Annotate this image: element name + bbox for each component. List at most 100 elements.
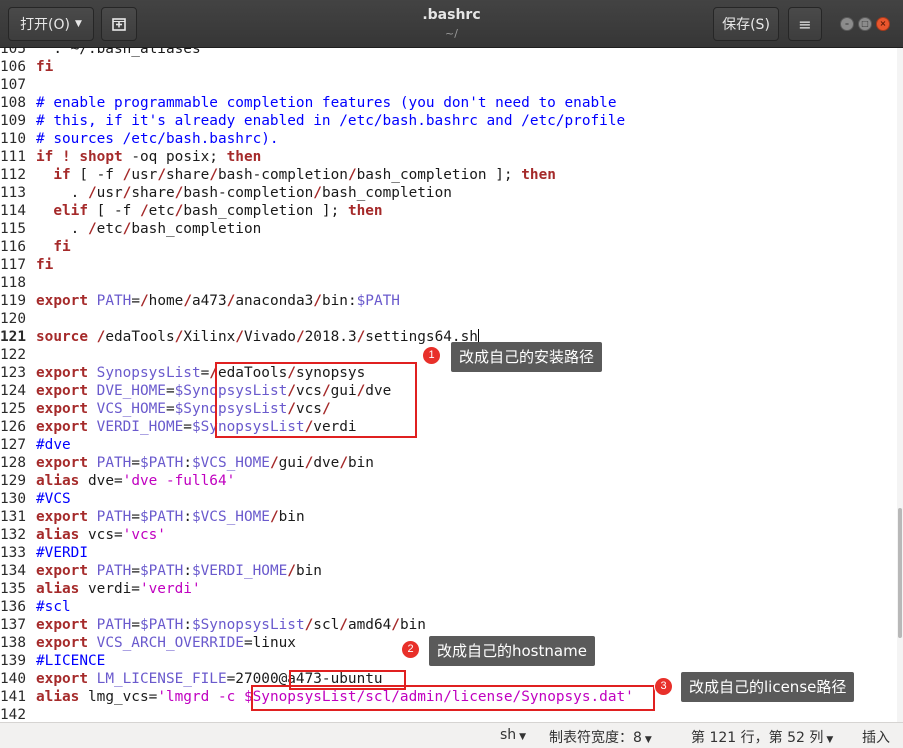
code-text: fi [36, 239, 70, 255]
code-token: = [165, 383, 175, 399]
code-line[interactable]: 142 [0, 706, 36, 722]
code-line[interactable]: 134 export PATH=$PATH:$VERDI_HOME/bin [0, 562, 322, 580]
line-number: 134 [0, 563, 26, 579]
line-number: 113 [0, 185, 26, 201]
code-line[interactable]: 107 [0, 76, 36, 94]
code-line[interactable]: 136 #scl [0, 598, 71, 616]
hamburger-menu-icon[interactable]: ≡ [788, 7, 822, 41]
code-token: export [36, 383, 88, 399]
cursor-position-selector[interactable]: 第 121 行，第 52 列 ▼ [691, 727, 833, 747]
code-token: / [174, 203, 184, 219]
minimize-icon[interactable]: – [840, 17, 854, 31]
code-line[interactable]: 129 alias dve='dve -full64' [0, 472, 235, 490]
maximize-icon[interactable]: □ [858, 17, 872, 31]
code-line[interactable]: 133 #VERDI [0, 544, 88, 562]
line-number: 138 [0, 635, 26, 651]
code-token: if [53, 167, 71, 183]
code-line[interactable]: 127 #dve [0, 436, 71, 454]
code-token: PATH [96, 563, 132, 579]
tab-width-selector[interactable]: 制表符宽度：8 ▼ [549, 727, 652, 747]
open-button[interactable]: 打开(O) ▼ [8, 7, 94, 41]
code-token: / [183, 293, 192, 309]
code-token: : [183, 455, 192, 471]
chevron-down-icon: ▼ [75, 19, 82, 29]
code-line[interactable]: 120 [0, 310, 36, 328]
code-line[interactable]: 116 fi [0, 238, 71, 256]
code-text: alias vcs='vcs' [36, 527, 166, 543]
code-line[interactable]: 130 #VCS [0, 490, 71, 508]
code-token: Vivado [243, 329, 296, 345]
code-token: . [36, 221, 88, 237]
code-token: bash-completion [217, 167, 348, 183]
code-token: bash-completion [183, 185, 314, 201]
code-token: / [87, 221, 97, 237]
window-title: .bashrc [422, 7, 481, 23]
code-token: =linux [243, 635, 296, 651]
code-line[interactable]: 114 elif [ -f /etc/bash_completion ]; th… [0, 202, 383, 220]
code-text: export VCS_ARCH_OVERRIDE=linux [36, 635, 296, 651]
code-token: VERDI_HOME [96, 419, 184, 435]
code-line[interactable]: 106 fi [0, 58, 53, 76]
language-label: sh [500, 727, 517, 743]
line-number: 133 [0, 545, 26, 561]
code-line[interactable]: 109 # this, if it's already enabled in /e… [0, 112, 625, 130]
line-number: 122 [0, 347, 26, 363]
text-editor-area[interactable]: 105 . ~/.bash_aliases 106 fi 107 108 # enable… [0, 48, 897, 722]
code-line[interactable]: 111 if ! shopt -oq posix; then [0, 148, 261, 166]
insert-mode-indicator: 插入 [862, 730, 890, 746]
code-token: etc [148, 203, 175, 219]
line-number: 141 [0, 689, 26, 705]
code-token: PATH [96, 509, 132, 525]
code-line[interactable]: 132 alias vcs='vcs' [0, 526, 166, 544]
code-line[interactable]: 105 . ~/.bash_aliases [0, 48, 201, 58]
annotation-badge-2: 2 [401, 640, 420, 659]
language-selector[interactable]: sh ▼ [500, 727, 526, 743]
code-line[interactable]: 113 . /usr/share/bash-completion/bash_co… [0, 184, 452, 202]
open-button-label: 打开(O) [20, 17, 71, 33]
code-line[interactable]: 128 export PATH=$PATH:$VCS_HOME/gui/dve/b… [0, 454, 374, 472]
code-token: export [36, 563, 88, 579]
code-line[interactable]: 131 export PATH=$PATH:$VCS_HOME/bin [0, 508, 305, 526]
code-token: = [131, 617, 140, 633]
code-token: 'dve -full64' [122, 473, 236, 489]
code-line[interactable]: 110 # sources /etc/bash.bashrc). [0, 130, 279, 148]
code-line[interactable]: 108 # enable programmable completion feat… [0, 94, 616, 112]
code-token: / [391, 617, 400, 633]
code-line[interactable]: 115 . /etc/bash_completion [0, 220, 261, 238]
code-line[interactable]: 117 fi [0, 256, 53, 274]
new-document-button[interactable] [101, 7, 137, 41]
code-token: $PATH [139, 455, 184, 471]
line-number: 115 [0, 221, 26, 237]
code-token: / [304, 617, 314, 633]
code-token: export [36, 509, 88, 525]
code-line[interactable]: 122 [0, 346, 36, 364]
scrollbar-thumb[interactable] [898, 508, 902, 638]
code-line[interactable]: 137 export PATH=$PATH:$SynopsysList/scl/a… [0, 616, 426, 634]
save-button[interactable]: 保存(S) [713, 7, 779, 41]
code-token: then [347, 203, 383, 219]
close-icon[interactable]: × [876, 17, 890, 31]
window-subtitle: ~/ [445, 27, 458, 40]
annotation-badge-3: 3 [654, 677, 673, 696]
code-token: export [36, 455, 88, 471]
code-line[interactable]: 139 #LICENCE [0, 652, 105, 670]
line-number: 131 [0, 509, 26, 525]
code-token: then [521, 167, 556, 183]
code-line[interactable]: 135 alias verdi='verdi' [0, 580, 201, 598]
code-line[interactable]: 119 export PATH=/home/a473/anaconda3/bin:… [0, 292, 400, 310]
line-number: 119 [0, 293, 26, 309]
code-token: / [269, 455, 279, 471]
code-token: amd64 [347, 617, 392, 633]
code-line[interactable]: 121 source /edaTools/Xilinx/Vivado/2018.3… [0, 328, 479, 346]
code-text: #dve [36, 437, 71, 453]
code-line[interactable]: 112 if [ -f /usr/share/bash-completion/b… [0, 166, 556, 184]
code-line[interactable]: 118 [0, 274, 36, 292]
code-line[interactable]: 138 export VCS_ARCH_OVERRIDE=linux [0, 634, 296, 652]
code-token: $VCS_HOME [191, 509, 270, 525]
code-text: . /etc/bash_completion [36, 221, 262, 237]
code-token: PATH [96, 455, 132, 471]
vertical-scrollbar[interactable] [897, 48, 903, 722]
